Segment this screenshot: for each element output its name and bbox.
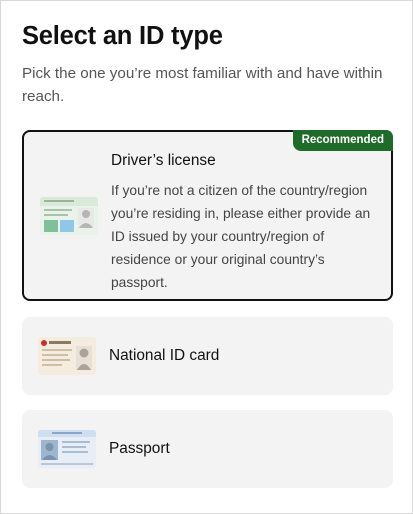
page-title: Select an ID type [22,22,223,50]
option-drivers-license[interactable]: Recommended Driver’s license If you’re n… [22,130,393,301]
option-label: Passport [109,440,170,457]
option-label: National ID card [109,347,220,364]
passport-icon [38,430,96,468]
id-type-panel: Select an ID type Pick the one you’re mo… [0,0,413,514]
option-passport[interactable]: Passport [22,410,393,488]
recommended-badge: Recommended [292,130,393,151]
drivers-license-icon [40,197,98,235]
option-national-id-card[interactable]: National ID card [22,317,393,395]
option-description: If you’re not a citizen of the country/r… [111,183,371,290]
national-id-card-icon [38,337,96,375]
page-subtitle: Pick the one you’re most familiar with a… [22,65,383,105]
option-label: Driver’s license [111,152,216,169]
